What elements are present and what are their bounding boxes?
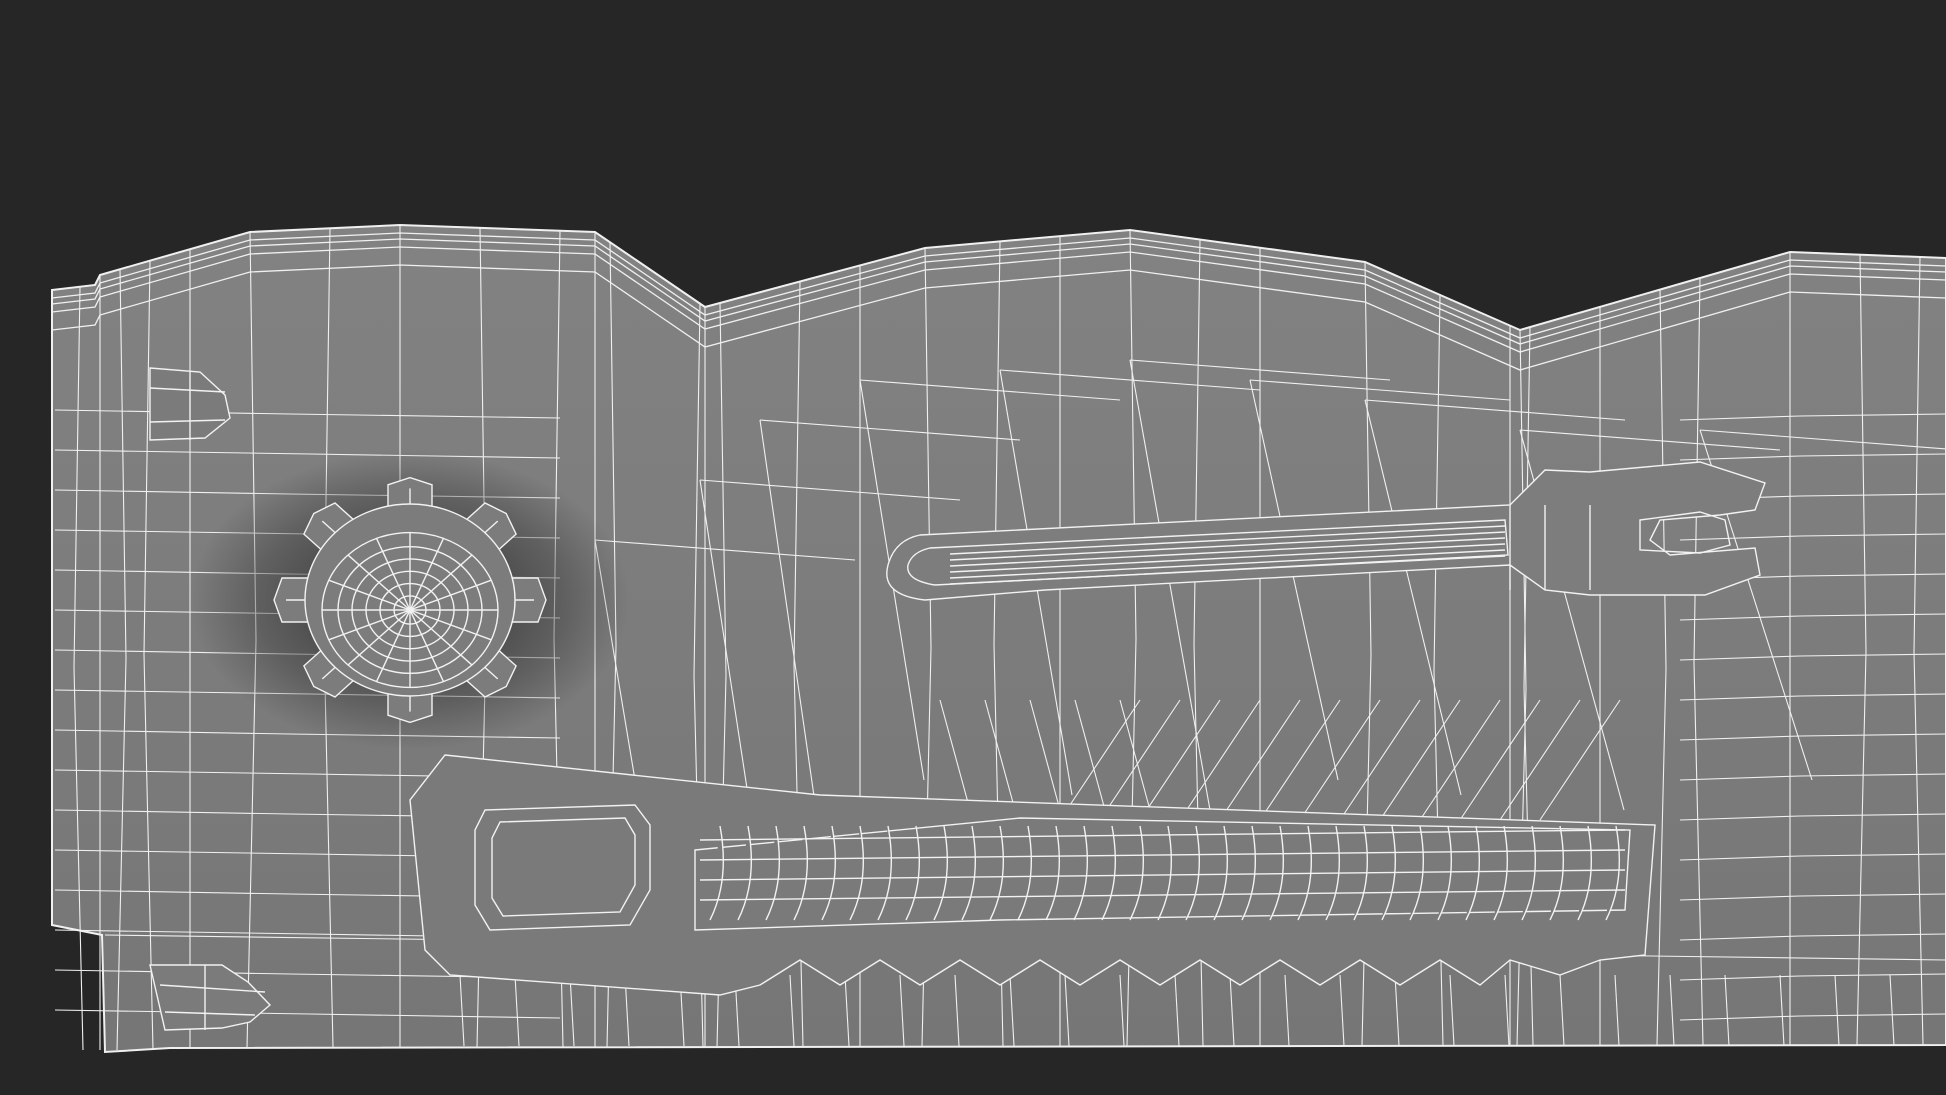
gear-relief xyxy=(273,476,547,724)
3d-viewport xyxy=(0,0,1946,1095)
wireframe-render xyxy=(51,223,1946,1054)
